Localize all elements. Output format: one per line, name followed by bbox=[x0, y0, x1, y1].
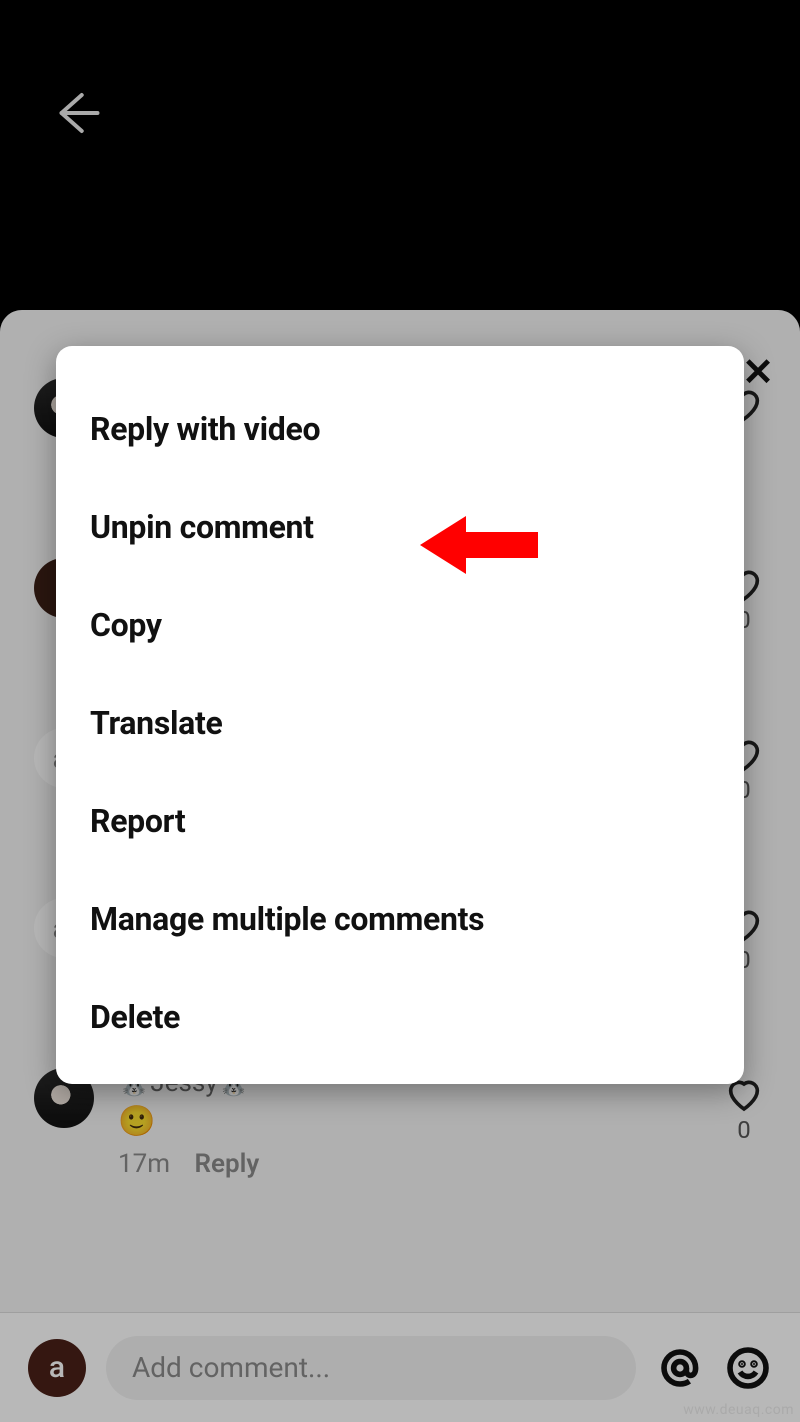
watermark: www.deuaq.com bbox=[683, 1402, 794, 1418]
action-reply-with-video[interactable]: Reply with video bbox=[90, 380, 710, 478]
red-arrow-icon bbox=[420, 510, 540, 580]
screen-root: ✕ 0 al bbox=[0, 0, 800, 1422]
back-button[interactable] bbox=[48, 86, 102, 140]
comments-sheet: ✕ 0 al bbox=[0, 310, 800, 1422]
action-unpin-comment[interactable]: Unpin comment bbox=[90, 478, 710, 576]
action-delete[interactable]: Delete bbox=[90, 968, 710, 1066]
annotation-arrow bbox=[420, 510, 540, 584]
action-copy[interactable]: Copy bbox=[90, 576, 710, 674]
action-translate[interactable]: Translate bbox=[90, 674, 710, 772]
action-manage-multiple[interactable]: Manage multiple comments bbox=[90, 870, 710, 968]
video-top-area bbox=[0, 0, 800, 310]
comment-action-sheet: Reply with video Unpin comment Copy Tran… bbox=[56, 346, 744, 1084]
back-arrow-icon bbox=[48, 86, 102, 140]
action-report[interactable]: Report bbox=[90, 772, 710, 870]
